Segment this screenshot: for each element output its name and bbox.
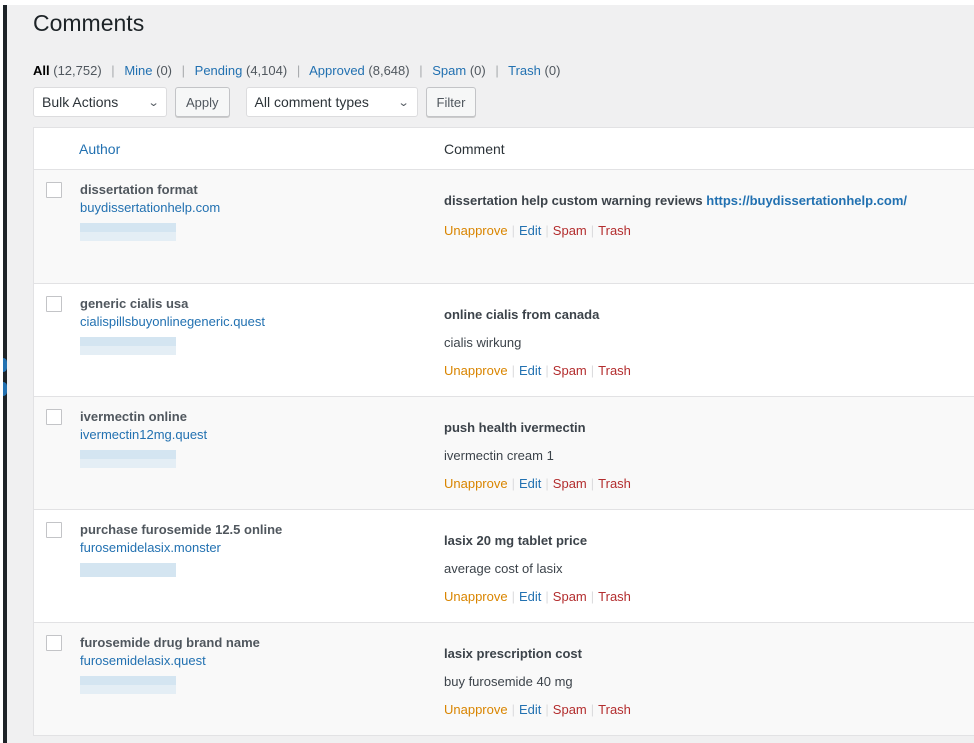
row-checkbox[interactable] — [46, 522, 62, 538]
unapprove-link[interactable]: Unapprove — [444, 476, 508, 491]
comment-body: cialis wirkung — [444, 335, 522, 350]
author-name: furosemide drug brand name — [80, 635, 260, 650]
filter-all[interactable]: All (12,752) — [33, 63, 102, 78]
author-url[interactable]: buydissertationhelp.com — [80, 199, 220, 217]
author-cell: generic cialis usa cialispillsbuyonlineg… — [80, 295, 265, 355]
spam-link[interactable]: Spam — [553, 702, 587, 717]
redacted-ip — [80, 563, 176, 577]
chevron-down-icon: ⌄ — [147, 96, 160, 109]
table-header: Author Comment — [34, 128, 974, 170]
bulk-actions-select[interactable]: Bulk Actions ⌄ — [33, 87, 167, 117]
comment-body: average cost of lasix — [444, 561, 563, 576]
edit-link[interactable]: Edit — [519, 363, 541, 378]
row-actions: Unapprove | Edit | Spam | Trash — [444, 589, 631, 604]
row-checkbox[interactable] — [46, 182, 62, 198]
author-cell: furosemide drug brand name furosemidelas… — [80, 634, 260, 694]
spam-link[interactable]: Spam — [553, 223, 587, 238]
author-url[interactable]: furosemidelasix.quest — [80, 652, 260, 670]
unapprove-link[interactable]: Unapprove — [444, 363, 508, 378]
comment-body: ivermectin cream 1 — [444, 448, 554, 463]
author-name: ivermectin online — [80, 409, 187, 424]
trash-link[interactable]: Trash — [598, 476, 631, 491]
redacted-ip — [80, 223, 176, 241]
redacted-ip — [80, 676, 176, 694]
filter-spam[interactable]: Spam — [432, 63, 466, 78]
edit-link[interactable]: Edit — [519, 476, 541, 491]
row-actions: Unapprove | Edit | Spam | Trash — [444, 476, 631, 491]
author-cell: dissertation format buydissertationhelp.… — [80, 181, 220, 241]
author-cell: purchase furosemide 12.5 online furosemi… — [80, 521, 282, 577]
admin-sidebar-edge — [0, 0, 7, 743]
row-checkbox[interactable] — [46, 409, 62, 425]
table-row: purchase furosemide 12.5 online furosemi… — [34, 510, 974, 623]
comment-body: buy furosemide 40 mg — [444, 674, 573, 689]
comment-link[interactable]: https://buydissertationhelp.com/ — [706, 193, 907, 208]
comment-title: online cialis from canada — [444, 307, 600, 322]
row-actions: Unapprove | Edit | Spam | Trash — [444, 702, 631, 717]
comments-table: Author Comment dissertation format buydi… — [33, 127, 974, 736]
spam-link[interactable]: Spam — [553, 363, 587, 378]
author-url[interactable]: cialispillsbuyonlinegeneric.quest — [80, 313, 265, 331]
trash-link[interactable]: Trash — [598, 223, 631, 238]
comment-cell: lasix 20 mg tablet price average cost of… — [444, 532, 631, 606]
edit-link[interactable]: Edit — [519, 702, 541, 717]
unapprove-link[interactable]: Unapprove — [444, 223, 508, 238]
comment-cell: dissertation help custom warning reviews… — [444, 192, 907, 240]
author-name: dissertation format — [80, 182, 198, 197]
chevron-down-icon: ⌄ — [397, 96, 410, 109]
table-nav-top: Bulk Actions ⌄ Apply All comment types ⌄… — [33, 87, 477, 119]
filter-button[interactable]: Filter — [425, 87, 477, 117]
table-row: ivermectin online ivermectin12mg.quest p… — [34, 397, 974, 510]
table-row: generic cialis usa cialispillsbuyonlineg… — [34, 284, 974, 397]
unapprove-link[interactable]: Unapprove — [444, 589, 508, 604]
comment-cell: lasix prescription cost buy furosemide 4… — [444, 645, 631, 719]
row-actions: Unapprove | Edit | Spam | Trash — [444, 223, 631, 238]
status-filter-links: All (12,752) | Mine (0) | Pending (4,104… — [33, 63, 561, 78]
page-title: Comments — [33, 10, 145, 36]
table-row: dissertation format buydissertationhelp.… — [34, 170, 974, 284]
trash-link[interactable]: Trash — [598, 363, 631, 378]
column-header-author[interactable]: Author — [79, 141, 120, 157]
filter-mine[interactable]: Mine — [124, 63, 152, 78]
redacted-ip — [80, 450, 176, 468]
trash-link[interactable]: Trash — [598, 702, 631, 717]
spam-link[interactable]: Spam — [553, 589, 587, 604]
sidebar-active-indicator — [3, 382, 7, 396]
spam-link[interactable]: Spam — [553, 476, 587, 491]
unapprove-link[interactable]: Unapprove — [444, 702, 508, 717]
row-checkbox[interactable] — [46, 296, 62, 312]
comment-cell: online cialis from canada cialis wirkung… — [444, 306, 631, 380]
table-row: furosemide drug brand name furosemidelas… — [34, 623, 974, 736]
edit-link[interactable]: Edit — [519, 589, 541, 604]
comment-cell: push health ivermectin ivermectin cream … — [444, 419, 631, 493]
redacted-ip — [80, 337, 176, 355]
filter-trash[interactable]: Trash — [508, 63, 541, 78]
author-cell: ivermectin online ivermectin12mg.quest — [80, 408, 207, 468]
apply-button[interactable]: Apply — [175, 87, 230, 117]
row-actions: Unapprove | Edit | Spam | Trash — [444, 363, 631, 378]
author-name: generic cialis usa — [80, 296, 189, 311]
comment-title: lasix prescription cost — [444, 646, 582, 661]
comment-types-select[interactable]: All comment types ⌄ — [245, 87, 418, 117]
comment-title: lasix 20 mg tablet price — [444, 533, 588, 548]
trash-link[interactable]: Trash — [598, 589, 631, 604]
filter-approved[interactable]: Approved — [309, 63, 365, 78]
top-strip — [0, 0, 974, 5]
edit-link[interactable]: Edit — [519, 223, 541, 238]
filter-pending[interactable]: Pending — [195, 63, 243, 78]
comment-text: dissertation help custom warning reviews… — [444, 193, 908, 208]
author-url[interactable]: furosemidelasix.monster — [80, 539, 282, 557]
comment-title: push health ivermectin — [444, 420, 586, 435]
author-name: purchase furosemide 12.5 online — [80, 522, 283, 537]
sidebar-active-indicator — [3, 358, 7, 372]
sidebar-dark-strip — [3, 5, 7, 743]
column-header-comment: Comment — [444, 141, 505, 157]
author-url[interactable]: ivermectin12mg.quest — [80, 426, 207, 444]
row-checkbox[interactable] — [46, 635, 62, 651]
